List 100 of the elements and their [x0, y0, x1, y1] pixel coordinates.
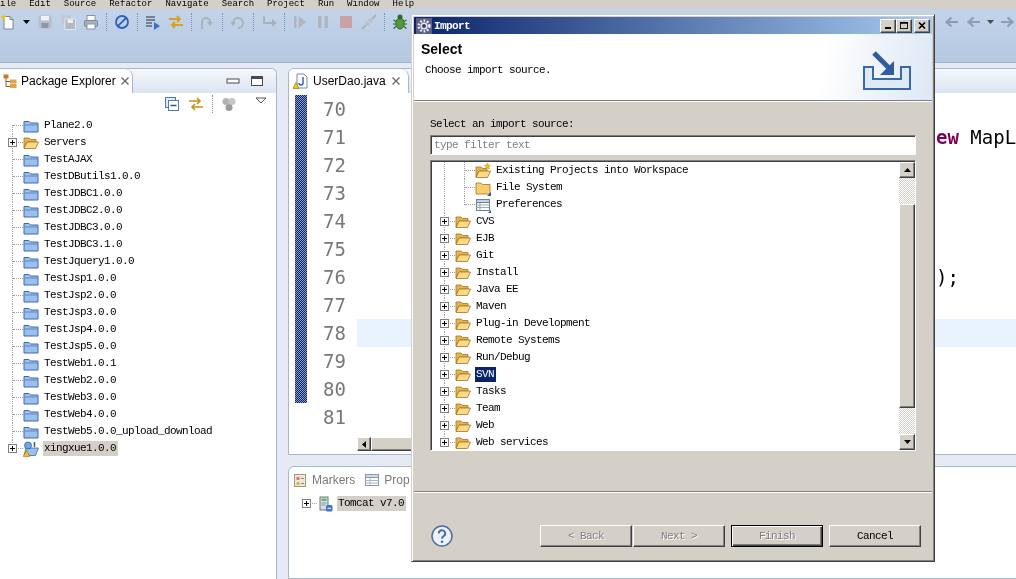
expand-icon[interactable] [8, 444, 17, 453]
tree-item[interactable]: Tasks [475, 384, 508, 399]
tree-item[interactable]: TestJDBC3.1.0 [43, 237, 124, 252]
expand-icon[interactable] [8, 138, 17, 147]
expand-icon[interactable] [440, 319, 449, 328]
expand-icon[interactable] [440, 370, 449, 379]
expand-icon[interactable] [440, 353, 449, 362]
menu-item[interactable]: Run [317, 0, 335, 9]
expand-icon[interactable] [302, 499, 311, 508]
expand-icon[interactable] [440, 404, 449, 413]
maximize-button[interactable] [896, 18, 912, 33]
menu-item[interactable]: ile [0, 0, 17, 9]
scroll-left-button[interactable] [357, 437, 371, 451]
menu-item[interactable]: Help [392, 0, 415, 9]
slashed-circle-icon[interactable] [114, 14, 130, 30]
tree-item[interactable]: TestJsp5.0.0 [43, 339, 118, 354]
tree-item[interactable]: Install [475, 265, 520, 280]
expand-icon[interactable] [440, 234, 449, 243]
line-number: 74 [322, 209, 347, 234]
tree-item[interactable]: Servers [43, 135, 88, 150]
view-tab[interactable]: Markers [293, 472, 356, 487]
spheres-icon[interactable] [221, 96, 237, 112]
tree-item[interactable]: TestJsp1.0.0 [43, 271, 118, 286]
collapse-all-icon[interactable] [164, 96, 180, 112]
tree-item[interactable]: Web [475, 418, 496, 433]
tree-item[interactable]: xingxue1.0.0 [43, 441, 118, 456]
menu-item[interactable]: Edit [29, 0, 51, 9]
tree-item[interactable]: TestWeb3.0.0 [43, 390, 118, 405]
print-icon[interactable] [83, 14, 99, 30]
new-file-icon[interactable] [0, 14, 16, 30]
tree-item[interactable]: Existing Projects into Workspace [495, 163, 691, 178]
tree-item[interactable]: EJB [475, 231, 496, 246]
tree-item[interactable]: Web services [475, 435, 550, 450]
tree-item[interactable]: Tomcat v7.0 [337, 496, 406, 511]
help-icon[interactable] [431, 525, 453, 547]
open-folder-icon [455, 366, 471, 383]
maximize-icon[interactable] [250, 75, 264, 87]
menu-item[interactable]: Refactor [109, 0, 153, 9]
tree-item[interactable]: TestJsp2.0.0 [43, 288, 118, 303]
expand-icon[interactable] [440, 268, 449, 277]
tree-item[interactable]: TestWeb5.0.0_upload_download [43, 424, 215, 439]
line-number: 78 [322, 321, 347, 346]
view-tab[interactable]: Prop [365, 472, 410, 487]
tree-item[interactable]: TestJDBC3.0.0 [43, 220, 124, 235]
view-tab[interactable]: Package Explorer [0, 69, 133, 93]
tree-item[interactable]: TestWeb2.0.0 [43, 373, 118, 388]
tree-item[interactable]: SVN [475, 367, 496, 382]
minimize-button[interactable] [880, 18, 896, 33]
expand-icon[interactable] [440, 285, 449, 294]
tree-item[interactable]: TestWeb4.0.0 [43, 407, 118, 422]
scrollbar-thumb[interactable] [899, 204, 915, 408]
tree-item[interactable]: Preferences [495, 197, 564, 212]
expand-icon[interactable] [440, 302, 449, 311]
tree-item[interactable]: File System [495, 180, 564, 195]
tree-item[interactable]: TestWeb1.0.1 [43, 356, 118, 371]
tree-item[interactable]: TestDButils1.0.0 [43, 169, 143, 184]
menu-item[interactable]: Search [221, 0, 255, 9]
tree-item[interactable]: TestJDBC2.0.0 [43, 203, 124, 218]
scroll-up-button[interactable] [899, 162, 915, 178]
close-icon[interactable] [391, 76, 401, 86]
expand-icon[interactable] [440, 217, 449, 226]
expand-icon[interactable] [440, 251, 449, 260]
tree-item[interactable]: Plug-in Development [475, 316, 593, 331]
caret-icon[interactable] [23, 20, 30, 24]
tree-item[interactable]: Run/Debug [475, 350, 532, 365]
expand-icon[interactable] [440, 421, 449, 430]
tree-item[interactable]: TestJquery1.0.0 [43, 254, 137, 269]
tree-item[interactable]: Remote Systems [475, 333, 562, 348]
caret-icon[interactable] [987, 20, 994, 24]
menu-item[interactable]: Window [347, 0, 380, 9]
open-folder-icon [455, 383, 471, 400]
list-icon[interactable] [145, 14, 161, 30]
tree-item[interactable]: Git [475, 248, 496, 263]
link-icon[interactable] [188, 96, 204, 112]
close-button[interactable] [914, 18, 930, 33]
filter-field[interactable]: type filter text [430, 135, 916, 155]
tree-item[interactable]: Plane2.0 [43, 118, 94, 133]
tree-item[interactable]: TestAJAX [43, 152, 94, 167]
tree-item[interactable]: TestJDBC1.0.0 [43, 186, 124, 201]
tree-item[interactable]: TestJsp4.0.0 [43, 322, 118, 337]
menu-item[interactable]: Project [267, 0, 305, 9]
tree-item[interactable]: Team [475, 401, 502, 416]
minimize-icon[interactable] [226, 78, 240, 84]
view-menu-icon[interactable] [255, 97, 267, 104]
tree-item[interactable]: Java EE [475, 282, 520, 297]
expand-icon[interactable] [440, 438, 449, 447]
menu-item[interactable]: Source [63, 0, 97, 9]
tree-item[interactable]: Maven [475, 299, 508, 314]
save-icon[interactable] [37, 14, 53, 30]
menu-item[interactable]: Navigate [165, 0, 209, 9]
expand-icon[interactable] [440, 336, 449, 345]
expand-icon[interactable] [440, 387, 449, 396]
editor-tab[interactable]: UserDao.java [289, 69, 409, 93]
scroll-down-button[interactable] [899, 434, 915, 450]
line-number: 70 [322, 97, 347, 122]
bug-icon[interactable] [392, 14, 408, 30]
close-icon[interactable] [119, 76, 130, 86]
dialog-button[interactable]: Cancel [829, 525, 921, 547]
tree-item[interactable]: TestJsp3.0.0 [43, 305, 118, 320]
tree-item[interactable]: CVS [475, 214, 496, 229]
